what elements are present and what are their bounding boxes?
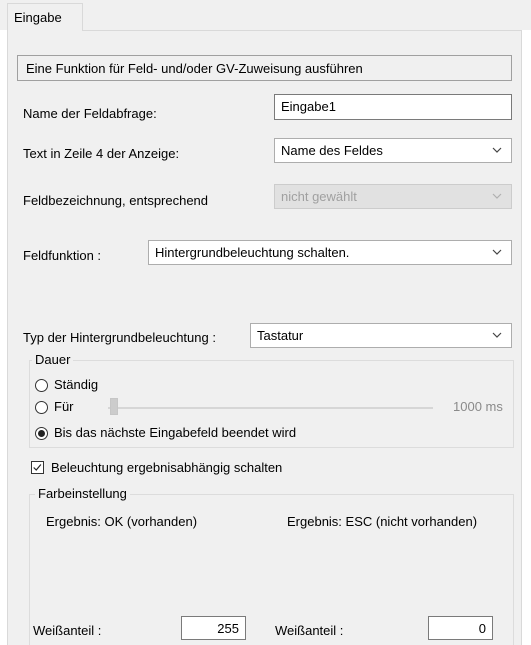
duration-slider-unit: ms bbox=[485, 399, 503, 414]
field-function-select[interactable]: Hintergrundbeleuchtung schalten. bbox=[148, 240, 512, 265]
line4-label: Text in Zeile 4 der Anzeige: bbox=[23, 146, 180, 161]
tab-eingabe[interactable]: Eingabe bbox=[7, 3, 83, 31]
duration-radio-until-next[interactable] bbox=[35, 427, 48, 440]
duration-legend: Dauer bbox=[32, 352, 74, 367]
line4-select-value: Name des Feldes bbox=[281, 143, 383, 158]
result-dependent-label: Beleuchtung ergebnisabhängig schalten bbox=[51, 460, 283, 475]
duration-for-label: Für bbox=[54, 399, 74, 414]
result-ok-header: Ergebnis: OK (vorhanden) bbox=[46, 514, 198, 529]
duration-permanent-label: Ständig bbox=[54, 377, 99, 392]
field-function-value: Hintergrundbeleuchtung schalten. bbox=[155, 245, 350, 260]
function-description: Eine Funktion für Feld- und/oder GV-Zuwe… bbox=[17, 55, 512, 81]
duration-slider-track bbox=[108, 407, 433, 409]
duration-radio-permanent[interactable] bbox=[35, 379, 48, 392]
chevron-down-icon bbox=[492, 193, 502, 199]
duration-slider-number: 1000 bbox=[453, 399, 482, 414]
chevron-down-icon bbox=[492, 249, 502, 255]
line4-select[interactable]: Name des Feldes bbox=[274, 138, 512, 163]
duration-slider-value: 1000 ms bbox=[453, 399, 503, 414]
duration-radio-for[interactable] bbox=[35, 401, 48, 414]
color-settings-legend: Farbeinstellung bbox=[35, 486, 130, 501]
esc-white-input[interactable]: 0 bbox=[428, 616, 493, 640]
field-designation-select[interactable]: nicht gewählt bbox=[274, 184, 512, 209]
field-query-label: Name der Feldabfrage: bbox=[23, 106, 157, 121]
checkmark-icon bbox=[33, 464, 42, 471]
ok-white-input[interactable]: 255 bbox=[181, 616, 246, 640]
duration-slider-thumb[interactable] bbox=[110, 398, 118, 415]
ok-white-label: Weißanteil : bbox=[33, 623, 102, 638]
chevron-down-icon bbox=[492, 147, 502, 153]
field-function-label: Feldfunktion : bbox=[23, 248, 102, 263]
duration-until-next-label: Bis das nächste Eingabefeld beendet wird bbox=[54, 425, 297, 440]
backlight-type-select[interactable]: Tastatur bbox=[250, 323, 512, 348]
chevron-down-icon bbox=[492, 332, 502, 338]
esc-white-label: Weißanteil : bbox=[275, 623, 344, 638]
backlight-type-value: Tastatur bbox=[257, 328, 304, 343]
field-designation-label: Feldbezeichnung, entsprechend bbox=[23, 193, 209, 208]
field-query-input[interactable]: Eingabe1 bbox=[274, 94, 512, 120]
result-esc-header: Ergebnis: ESC (nicht vorhanden) bbox=[287, 514, 478, 529]
backlight-type-label: Typ der Hintergrundbeleuchtung : bbox=[23, 330, 216, 345]
field-designation-value: nicht gewählt bbox=[281, 189, 357, 204]
dialog: { "tabs": [{"label": "Eingabe", "active"… bbox=[0, 0, 531, 645]
result-dependent-checkbox[interactable] bbox=[31, 461, 44, 474]
